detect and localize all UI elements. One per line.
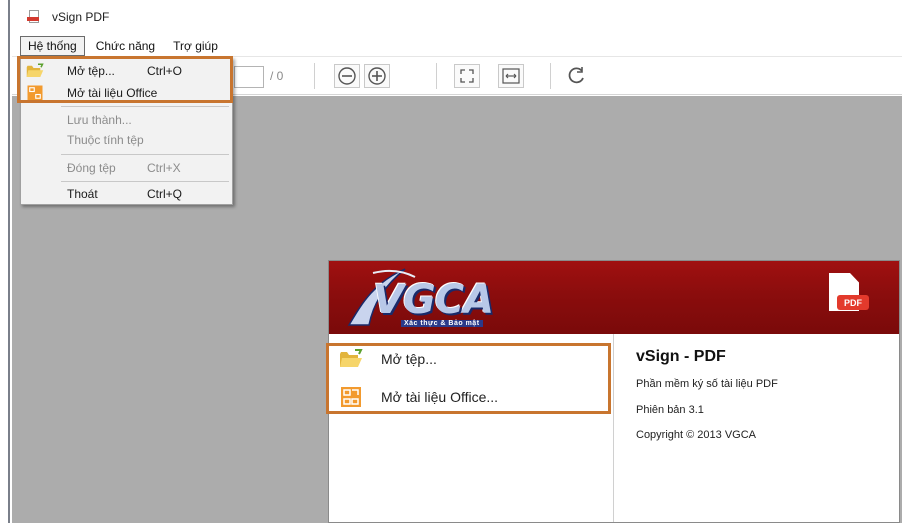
product-version: Phiên bản 3.1 [636,404,704,416]
panel-actions-highlight [326,343,611,414]
menu-item-properties[interactable]: Thuộc tính tệp [21,129,232,151]
zoom-in-icon [368,67,386,85]
pdf-file-icon: PDF [823,273,869,323]
toolbar-separator [314,63,315,89]
vgca-logo: VGCA Xác thực & Bảo mật [343,265,533,331]
menu-separator [61,154,229,155]
pdf-app-icon [26,9,42,25]
zoom-in-button[interactable] [364,64,390,88]
product-copyright: Copyright © 2013 VGCA [636,429,756,441]
product-description: Phần mềm ký số tài liệu PDF [636,378,778,390]
page-total: / 0 [270,69,284,83]
toolbar-separator [436,63,437,89]
menu-item-exit-shortcut: Ctrl+Q [147,187,183,201]
window-title: vSign PDF [52,10,110,24]
zoom-out-button[interactable] [334,64,360,88]
pdf-badge-label: PDF [837,295,869,310]
menu-item-close[interactable]: Đóng tệp Ctrl+X [21,157,232,179]
product-title: vSign - PDF [636,348,726,365]
menu-item-close-shortcut: Ctrl+X [147,161,181,175]
menu-separator [61,106,229,107]
menu-item-save-as[interactable]: Lưu thành... [21,109,232,131]
menu-item-close-label: Đóng tệp [67,161,116,175]
page-number-input[interactable] [234,66,264,88]
menu-item-save-as-label: Lưu thành... [67,113,132,127]
logo-text: VGCA [373,277,494,323]
fit-page-button[interactable] [454,64,480,88]
menu-system[interactable]: Hệ thống [20,35,85,56]
dropdown-highlight [17,56,233,103]
menu-help[interactable]: Trợ giúp [166,37,225,55]
window-left-edge [0,0,10,523]
rotate-button[interactable] [564,64,590,88]
logo-tagline: Xác thực & Bảo mật [401,320,483,327]
fit-width-icon [502,68,520,84]
fit-width-button[interactable] [498,64,524,88]
menu-separator [61,181,229,182]
menu-functions[interactable]: Chức năng [89,37,162,55]
menu-item-exit[interactable]: Thoát Ctrl+Q [21,183,232,205]
panel-divider [613,334,614,522]
menu-item-properties-label: Thuộc tính tệp [67,133,144,147]
panel-header: VGCA Xác thực & Bảo mật PDF [329,261,899,334]
zoom-out-icon [338,67,356,85]
menu-item-exit-label: Thoát [67,187,98,201]
menu-bar: Hệ thống Chức năng Trợ giúp [12,35,902,57]
title-bar: vSign PDF [12,0,902,34]
fit-page-icon [460,69,474,83]
toolbar-separator [550,63,551,89]
rotate-icon [568,67,584,84]
